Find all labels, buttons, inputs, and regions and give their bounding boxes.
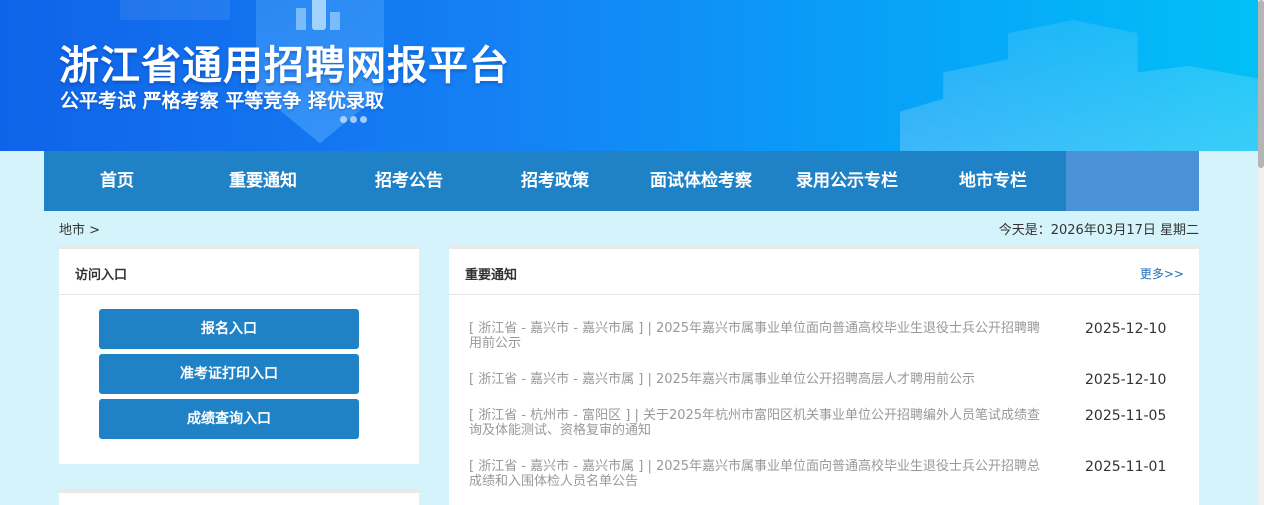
notice-link[interactable]: [ 浙江省 - 嘉兴市 - 嘉兴市属 ] | 2025年嘉兴市属事业单位公开招聘… — [469, 372, 1049, 387]
notice-link[interactable]: [ 浙江省 - 杭州市 - 富阳区 ] | 关于2025年杭州市富阳区机关事业单… — [469, 408, 1049, 438]
notice-date: 2025-11-01 — [1085, 459, 1167, 475]
notices-panel: 重要通知 更多>> [ 浙江省 - 嘉兴市 - 嘉兴市属 ] | 2025年嘉兴… — [449, 245, 1199, 505]
notice-region: [ 浙江省 - 嘉兴市 - 嘉兴市属 ] — [469, 321, 644, 336]
score-query-button[interactable]: 成绩查询入口 — [99, 399, 359, 439]
notices-panel-title: 重要通知 — [465, 268, 518, 283]
site-title: 浙江省通用招聘网报平台 — [59, 43, 510, 89]
nav-item-interview[interactable]: 面试体检考察 — [628, 151, 774, 211]
register-entry-button[interactable]: 报名入口 — [99, 309, 359, 349]
notices-panel-header: 重要通知 更多>> — [449, 249, 1199, 295]
banner-decoration — [900, 20, 1258, 151]
notice-title: | 2025年嘉兴市属事业单位公开招聘高层人才聘用前公示 — [643, 372, 976, 387]
secondary-panel — [59, 489, 419, 505]
notice-date: 2025-11-05 — [1085, 408, 1167, 424]
access-panel: 访问入口 报名入口 准考证打印入口 成绩查询入口 — [59, 245, 419, 464]
scrollbar-thumb[interactable] — [1258, 0, 1264, 168]
list-item: [ 浙江省 - 杭州市 - 富阳区 ] | 关于2025年杭州市富阳区机关事业单… — [469, 408, 1189, 459]
nav-item-publicity[interactable]: 录用公示专栏 — [774, 151, 920, 211]
main-nav: 首页 重要通知 招考公告 招考政策 面试体检考察 录用公示专栏 地市专栏 — [44, 151, 1199, 211]
admission-ticket-button[interactable]: 准考证打印入口 — [99, 354, 359, 394]
nav-filler — [1066, 151, 1199, 211]
banner-decoration — [296, 8, 306, 30]
access-panel-header: 访问入口 — [59, 249, 419, 295]
access-panel-title: 访问入口 — [75, 268, 128, 283]
nav-item-cities[interactable]: 地市专栏 — [920, 151, 1066, 211]
notice-date: 2025-12-10 — [1085, 321, 1167, 337]
notices-list: [ 浙江省 - 嘉兴市 - 嘉兴市属 ] | 2025年嘉兴市属事业单位面向普通… — [469, 321, 1189, 495]
list-item: [ 浙江省 - 嘉兴市 - 嘉兴市属 ] | 2025年嘉兴市属事业单位面向普通… — [469, 459, 1189, 495]
nav-item-announcements[interactable]: 招考公告 — [336, 151, 482, 211]
site-slogan: 公平考试 严格考察 平等竞争 择优录取 — [60, 90, 384, 112]
notice-region: [ 浙江省 - 嘉兴市 - 嘉兴市属 ] — [469, 372, 644, 387]
breadcrumb[interactable]: 地市 > — [59, 219, 100, 238]
banner-decoration — [312, 0, 326, 30]
nav-item-notices[interactable]: 重要通知 — [190, 151, 336, 211]
notice-date: 2025-12-10 — [1085, 372, 1167, 388]
notice-region: [ 浙江省 - 嘉兴市 - 嘉兴市属 ] — [469, 459, 644, 474]
more-link[interactable]: 更多>> — [1140, 265, 1184, 282]
notice-link[interactable]: [ 浙江省 - 嘉兴市 - 嘉兴市属 ] | 2025年嘉兴市属事业单位面向普通… — [469, 321, 1049, 351]
notice-link[interactable]: [ 浙江省 - 嘉兴市 - 嘉兴市属 ] | 2025年嘉兴市属事业单位面向普通… — [469, 459, 1049, 489]
banner-decoration — [330, 12, 340, 30]
today-date: 今天是：2026年03月17日 星期二 — [998, 223, 1199, 238]
list-item: [ 浙江省 - 嘉兴市 - 嘉兴市属 ] | 2025年嘉兴市属事业单位公开招聘… — [469, 372, 1189, 408]
page-scrollbar[interactable] — [1258, 0, 1264, 505]
list-item: [ 浙江省 - 嘉兴市 - 嘉兴市属 ] | 2025年嘉兴市属事业单位面向普通… — [469, 321, 1189, 372]
banner-decoration — [120, 0, 230, 20]
nav-item-home[interactable]: 首页 — [44, 151, 190, 211]
nav-item-policies[interactable]: 招考政策 — [482, 151, 628, 211]
notice-region: [ 浙江省 - 杭州市 - 富阳区 ] — [469, 408, 631, 423]
header-banner: 浙江省通用招聘网报平台 公平考试 严格考察 平等竞争 择优录取 — [0, 0, 1258, 151]
